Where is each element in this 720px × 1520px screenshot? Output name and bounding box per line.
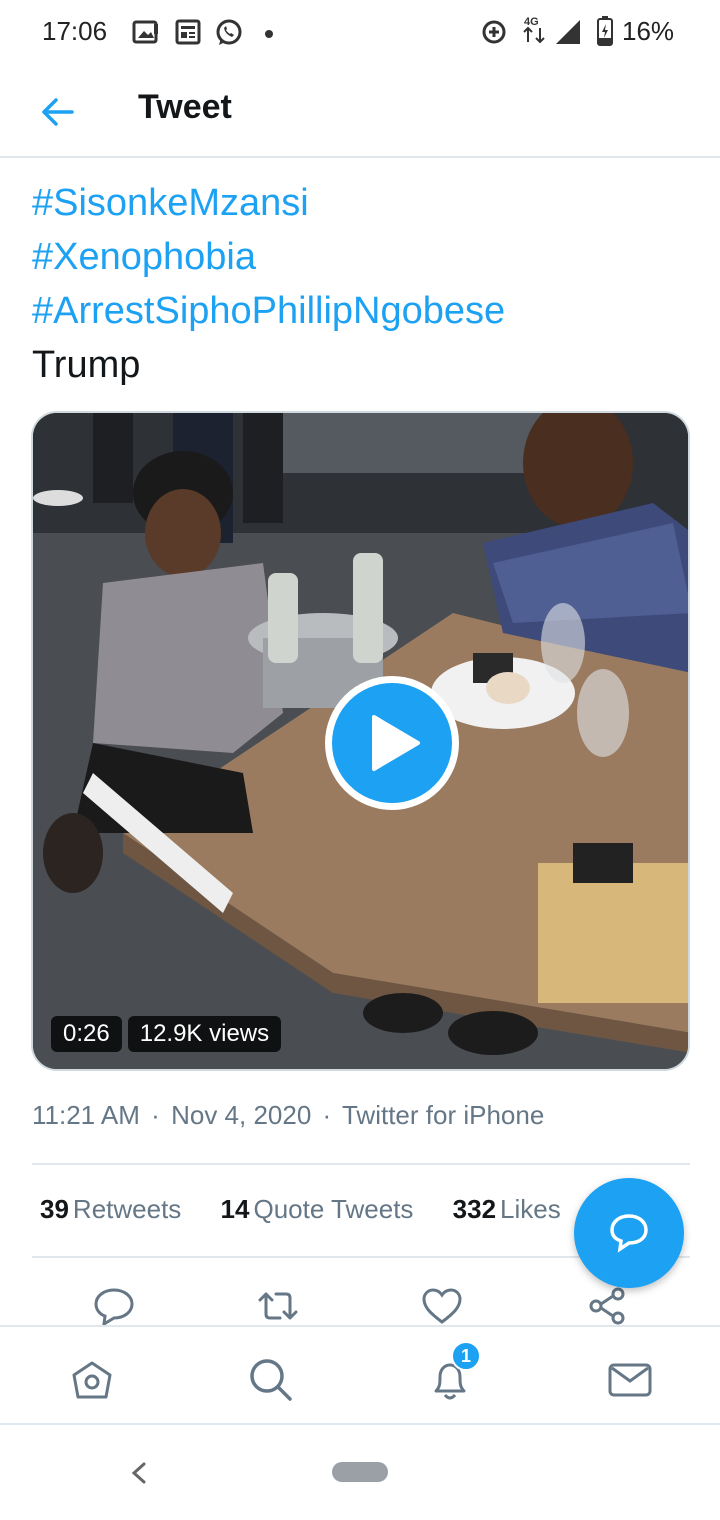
tweet-time: 11:21 AM <box>32 1100 140 1130</box>
home-icon <box>72 1361 112 1399</box>
compose-reply-fab[interactable] <box>574 1178 684 1288</box>
play-button[interactable] <box>325 676 459 810</box>
video-player[interactable]: 0:26 12.9K views <box>31 411 690 1071</box>
back-button[interactable] <box>36 90 80 134</box>
video-duration: 0:26 <box>51 1016 122 1052</box>
bottom-nav <box>0 1325 720 1425</box>
dot-icon <box>264 26 274 44</box>
nav-messages[interactable] <box>606 1355 654 1403</box>
like-icon <box>422 1288 462 1324</box>
video-badges: 0:26 12.9K views <box>51 1016 282 1052</box>
status-time: 17:06 <box>42 16 108 46</box>
mail-icon <box>608 1363 652 1397</box>
hashtag-link[interactable]: #SisonkeMzansi <box>32 176 692 230</box>
tweet-header: Tweet <box>0 64 720 158</box>
retweet-button[interactable] <box>256 1286 300 1326</box>
gallery-icon <box>132 18 160 51</box>
system-back-button[interactable] <box>128 1460 150 1491</box>
video-views: 12.9K views <box>127 1016 282 1052</box>
svg-text:4G: 4G <box>524 16 539 28</box>
page-title: Tweet <box>138 88 232 126</box>
reply-icon <box>94 1288 134 1326</box>
system-nav-bar <box>0 1426 720 1520</box>
share-icon <box>589 1287 625 1325</box>
nav-search[interactable] <box>246 1355 294 1403</box>
retweet-icon <box>258 1292 298 1320</box>
tweet-meta: 11:21 AM · Nov 4, 2020 · Twitter for iPh… <box>32 1100 548 1131</box>
retweets-stat[interactable]: 39 Retweets <box>40 1194 181 1224</box>
status-bar: 17:06 4G 16% <box>0 0 720 64</box>
reply-button[interactable] <box>92 1286 136 1326</box>
whatsapp-icon <box>214 18 244 53</box>
meta-separator: · <box>322 1100 332 1130</box>
tweet-actions <box>0 1280 720 1326</box>
reply-bubble-icon <box>610 1214 648 1253</box>
news-icon <box>174 18 202 51</box>
hashtag-link[interactable]: #Xenophobia <box>32 230 692 284</box>
share-button[interactable] <box>586 1286 630 1326</box>
search-icon <box>250 1359 292 1401</box>
quote-tweets-stat[interactable]: 14 Quote Tweets <box>221 1194 414 1224</box>
divider <box>32 1163 690 1165</box>
play-icon <box>372 715 420 771</box>
hashtag-link[interactable]: #ArrestSiphoPhillipNgobese <box>32 284 692 338</box>
meta-separator: · <box>151 1100 160 1130</box>
like-button[interactable] <box>420 1286 464 1326</box>
tweet-stats: 39 Retweets 14 Quote Tweets 332 Likes <box>40 1194 593 1225</box>
tweet-text: #SisonkeMzansi #Xenophobia #ArrestSiphoP… <box>32 176 692 392</box>
nav-home[interactable] <box>68 1355 116 1403</box>
battery-icon <box>596 16 614 51</box>
tweet-date: Nov 4, 2020 <box>171 1100 312 1130</box>
tweet-body-text: Trump <box>32 344 141 386</box>
back-arrow-icon <box>42 98 74 126</box>
chevron-left-icon <box>131 1462 146 1484</box>
data-saver-icon <box>480 18 508 51</box>
tweet-source[interactable]: Twitter for iPhone <box>342 1100 544 1130</box>
network-4g-icon: 4G <box>520 14 548 51</box>
battery-percent: 16% <box>622 16 675 46</box>
likes-stat[interactable]: 332 Likes <box>453 1194 561 1224</box>
system-home-pill[interactable] <box>332 1462 388 1482</box>
notifications-badge: 1 <box>451 1341 481 1371</box>
signal-icon <box>554 18 582 51</box>
